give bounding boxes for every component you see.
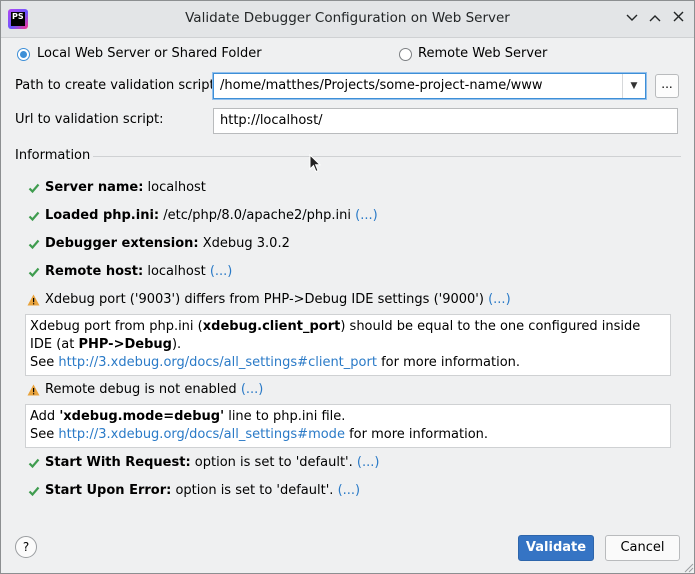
- remote-server-radio[interactable]: [399, 48, 412, 61]
- see-tail: for more information.: [376, 355, 521, 370]
- resize-grip-icon[interactable]: [680, 559, 694, 573]
- information-section-title: Information: [15, 148, 91, 163]
- url-input[interactable]: http://localhost/: [213, 108, 678, 134]
- check-icon: [28, 267, 40, 278]
- remote-host-more-link[interactable]: (...): [210, 264, 233, 279]
- server-name-value: localhost: [143, 180, 206, 195]
- local-server-label[interactable]: Local Web Server or Shared Folder: [37, 46, 262, 61]
- port-warning-row: Xdebug port ('9003') differs from PHP->D…: [45, 292, 511, 307]
- warning-icon: [27, 384, 40, 396]
- dropdown-arrow-icon[interactable]: ▼: [622, 74, 645, 98]
- client-port-doc-link[interactable]: http://3.xdebug.org/docs/all_settings#cl…: [58, 355, 377, 370]
- minimize-button[interactable]: [622, 9, 642, 29]
- server-name-row: Server name: localhost: [45, 180, 206, 195]
- debugger-extension-key: Debugger extension:: [45, 236, 199, 251]
- chevron-up-icon: [649, 15, 661, 22]
- path-label: Path to create validation script:: [15, 78, 220, 93]
- port-warning-more-link[interactable]: (...): [488, 292, 511, 307]
- cancel-button[interactable]: Cancel: [605, 535, 680, 561]
- title-bar[interactable]: PS Validate Debugger Configuration on We…: [1, 1, 694, 38]
- remote-host-row: Remote host: localhost (...): [45, 264, 232, 279]
- check-icon: [28, 211, 40, 222]
- port-box-text: Xdebug port from php.ini (: [30, 319, 203, 334]
- server-name-key: Server name:: [45, 180, 144, 195]
- start-with-request-value: option is set to 'default'.: [190, 455, 357, 470]
- help-button[interactable]: ?: [15, 536, 37, 558]
- see-tail: for more information.: [344, 427, 489, 442]
- port-details-box: Xdebug port from php.ini (xdebug.client_…: [25, 314, 671, 376]
- port-details-line: Xdebug port from php.ini (xdebug.client_…: [30, 318, 666, 354]
- see-text: See: [30, 427, 59, 442]
- mode-details-box: Add 'xdebug.mode=debug' line to php.ini …: [25, 404, 671, 448]
- start-with-request-row: Start With Request: option is set to 'de…: [45, 455, 379, 470]
- port-box-ide-path: PHP->Debug: [78, 337, 172, 352]
- start-with-request-key: Start With Request:: [45, 455, 191, 470]
- validate-button[interactable]: Validate: [518, 535, 594, 561]
- mouse-cursor-icon: [309, 154, 321, 173]
- see-text: See: [30, 355, 59, 370]
- remote-server-label[interactable]: Remote Web Server: [418, 46, 547, 61]
- debugger-extension-value: Xdebug 3.0.2: [198, 236, 290, 251]
- remote-debug-more-link[interactable]: (...): [241, 382, 264, 397]
- maximize-button[interactable]: [645, 9, 665, 29]
- start-upon-error-key: Start Upon Error:: [45, 483, 172, 498]
- close-icon: [673, 11, 683, 22]
- chevron-down-icon: [626, 14, 638, 21]
- warning-icon: [27, 294, 40, 306]
- close-button[interactable]: [668, 9, 688, 29]
- path-value[interactable]: /home/matthes/Projects/some-project-name…: [220, 78, 543, 93]
- start-upon-error-value: option is set to 'default'.: [171, 483, 338, 498]
- url-value[interactable]: http://localhost/: [220, 113, 323, 128]
- port-box-setting: xdebug.client_port: [202, 319, 341, 334]
- port-details-see: See http://3.xdebug.org/docs/all_setting…: [30, 354, 666, 372]
- check-icon: [28, 486, 40, 497]
- remote-host-value: localhost: [143, 264, 210, 279]
- check-icon: [28, 183, 40, 194]
- remote-debug-warning-text: Remote debug is not enabled: [45, 382, 241, 397]
- loaded-ini-more-link[interactable]: (...): [355, 208, 378, 223]
- check-icon: [28, 458, 40, 469]
- loaded-ini-value: /etc/php/8.0/apache2/php.ini: [159, 208, 356, 223]
- start-upon-error-row: Start Upon Error: option is set to 'defa…: [45, 483, 360, 498]
- mode-box-text: line to php.ini file.: [224, 409, 346, 424]
- mode-details-line: Add 'xdebug.mode=debug' line to php.ini …: [30, 408, 666, 426]
- remote-debug-warning-row: Remote debug is not enabled (...): [45, 382, 263, 397]
- window-title: Validate Debugger Configuration on Web S…: [185, 10, 510, 26]
- loaded-ini-key: Loaded php.ini:: [45, 208, 160, 223]
- mode-doc-link[interactable]: http://3.xdebug.org/docs/all_settings#mo…: [58, 427, 345, 442]
- url-label: Url to validation script:: [15, 112, 164, 127]
- browse-button[interactable]: ...: [655, 74, 679, 98]
- loaded-ini-row: Loaded php.ini: /etc/php/8.0/apache2/php…: [45, 208, 378, 223]
- port-warning-text: Xdebug port ('9003') differs from PHP->D…: [45, 292, 489, 307]
- dialog-window: PS Validate Debugger Configuration on We…: [0, 0, 695, 574]
- debugger-extension-row: Debugger extension: Xdebug 3.0.2: [45, 236, 290, 251]
- port-box-text: ).: [171, 337, 182, 352]
- check-icon: [28, 239, 40, 250]
- remote-host-key: Remote host:: [45, 264, 144, 279]
- path-combobox[interactable]: /home/matthes/Projects/some-project-name…: [213, 73, 646, 99]
- information-separator: [93, 156, 681, 157]
- start-with-request-more-link[interactable]: (...): [357, 455, 380, 470]
- mode-box-text: Add: [30, 409, 60, 424]
- mode-box-setting: 'xdebug.mode=debug': [59, 409, 225, 424]
- start-upon-error-more-link[interactable]: (...): [338, 483, 361, 498]
- mode-details-see: See http://3.xdebug.org/docs/all_setting…: [30, 426, 666, 444]
- local-server-radio[interactable]: [17, 48, 30, 61]
